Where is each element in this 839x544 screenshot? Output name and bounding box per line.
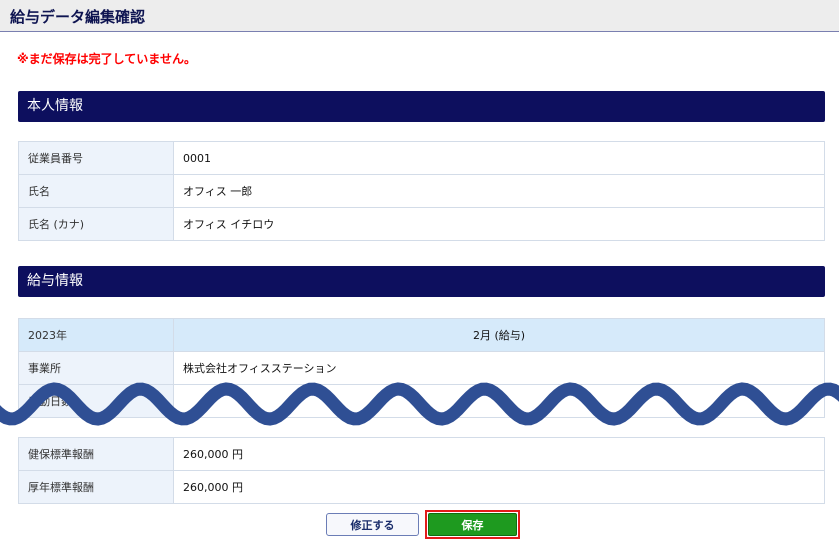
pension-value: 260,000 円	[173, 470, 825, 504]
salary-info-table-bottom: 健保標準報酬 260,000 円 厚年標準報酬 260,000 円	[18, 437, 825, 504]
employee-number-value: 0001	[173, 141, 825, 175]
edit-button[interactable]: 修正する	[326, 513, 419, 536]
salary-info-section-header: 給与情報	[18, 266, 825, 297]
table-row: 従業員番号 0001	[18, 141, 825, 175]
name-value: オフィス 一郎	[173, 174, 825, 208]
name-kana-label: 氏名 (カナ)	[18, 207, 174, 241]
wave-cut-divider	[0, 382, 839, 426]
pension-label: 厚年標準報酬	[18, 470, 174, 504]
name-kana-value: オフィス イチロウ	[173, 207, 825, 241]
save-button[interactable]: 保存	[428, 513, 517, 536]
table-row: 2023年 2月 (給与)	[18, 318, 825, 352]
table-row: 厚年標準報酬 260,000 円	[18, 470, 825, 504]
personal-info-section-header: 本人情報	[18, 91, 825, 122]
year-label: 2023年	[18, 318, 174, 352]
health-insurance-value: 260,000 円	[173, 437, 825, 471]
page-title: 給与データ編集確認	[10, 8, 146, 26]
table-row: 健保標準報酬 260,000 円	[18, 437, 825, 471]
table-row: 氏名 (カナ) オフィス イチロウ	[18, 207, 825, 241]
personal-info-table: 従業員番号 0001 氏名 オフィス 一郎 氏名 (カナ) オフィス イチロウ	[18, 141, 825, 241]
page-header: 給与データ編集確認	[0, 0, 839, 32]
unsaved-warning: ※まだ保存は完了していません。	[17, 52, 196, 66]
month-label: 2月 (給与)	[173, 318, 825, 352]
table-row: 氏名 オフィス 一郎	[18, 174, 825, 208]
health-insurance-label: 健保標準報酬	[18, 437, 174, 471]
name-label: 氏名	[18, 174, 174, 208]
employee-number-label: 従業員番号	[18, 141, 174, 175]
